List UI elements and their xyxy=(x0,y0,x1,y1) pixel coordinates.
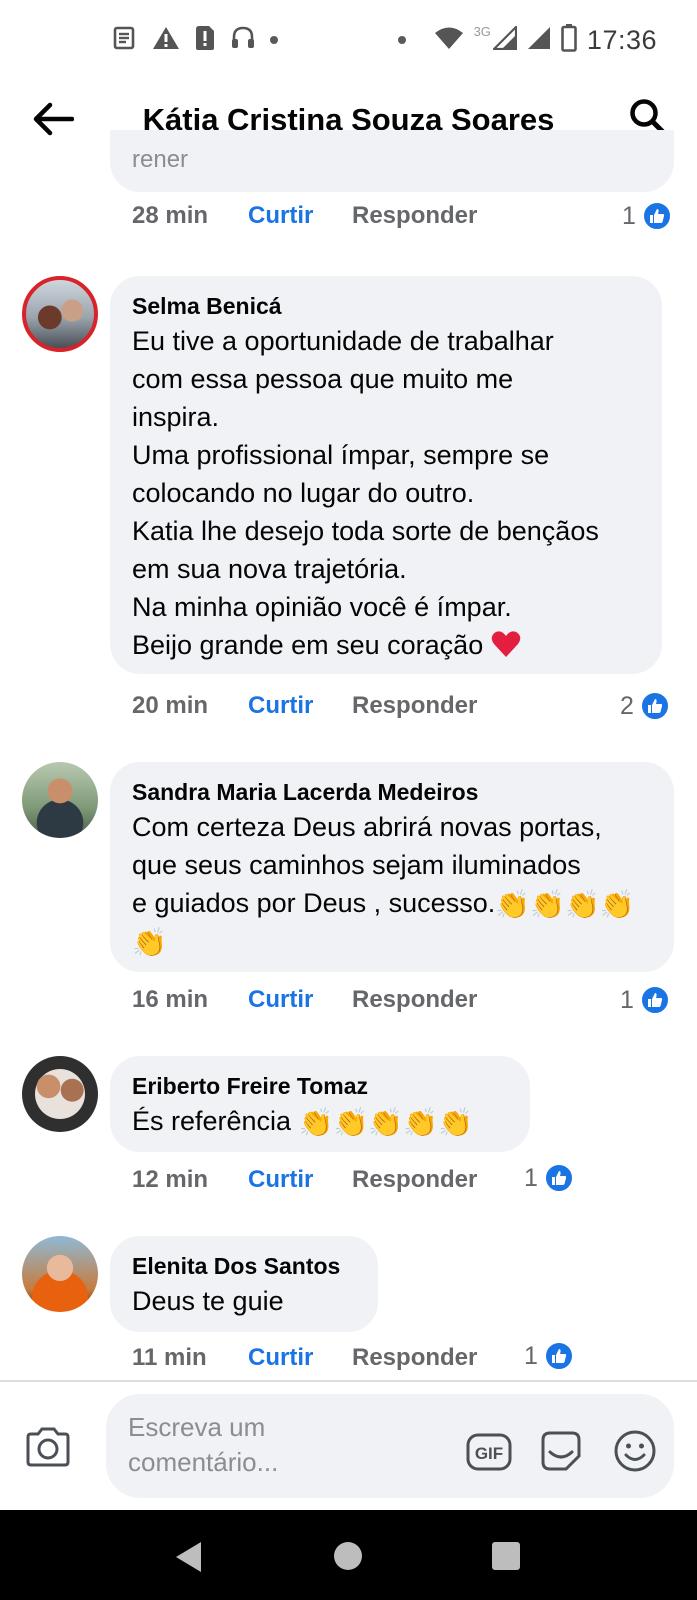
like-button[interactable]: Curtir xyxy=(248,986,352,1014)
reaction-count: 1 xyxy=(524,1163,538,1192)
reaction-summary[interactable]: 1 xyxy=(620,982,670,1018)
camera-button[interactable] xyxy=(24,1426,80,1476)
comment-actions: 28 min Curtir Responder xyxy=(132,198,477,234)
back-arrow-icon xyxy=(32,102,75,141)
gif-icon: GIF xyxy=(466,1433,512,1476)
comment-author[interactable]: Sandra Maria Lacerda Medeiros xyxy=(132,776,652,808)
signal-icon xyxy=(491,23,518,55)
thumbs-up-icon xyxy=(639,691,670,721)
sticker-button[interactable] xyxy=(538,1428,584,1474)
dot-icon xyxy=(397,36,406,44)
thumbs-up-icon xyxy=(543,1163,574,1193)
thumbs-up-icon xyxy=(543,1341,574,1371)
reply-button[interactable]: Responder xyxy=(352,1344,477,1372)
status-bar: 3G 17:36 xyxy=(0,0,697,80)
back-button[interactable] xyxy=(28,96,78,146)
like-button[interactable]: Curtir xyxy=(248,692,352,720)
news-icon xyxy=(112,25,138,56)
headset-icon xyxy=(230,25,256,56)
reply-button[interactable]: Responder xyxy=(352,202,477,230)
reply-button[interactable]: Responder xyxy=(352,1166,477,1194)
comment-time[interactable]: 12 min xyxy=(132,1166,248,1194)
comment-time[interactable]: 20 min xyxy=(132,692,248,720)
comment-text: És referência 👏👏👏👏👏 xyxy=(132,1106,473,1138)
reaction-summary[interactable]: 1 xyxy=(622,198,672,234)
comment-bubble[interactable]: Selma Benicá Eu tive a oportunidade de t… xyxy=(110,276,662,674)
clapping-hands-icon: 👏 xyxy=(368,1107,404,1138)
thumbs-up-icon xyxy=(641,201,672,231)
comment-bubble[interactable]: Sandra Maria Lacerda Medeiros Com certez… xyxy=(110,762,674,972)
comment-author[interactable]: Selma Benicá xyxy=(132,290,640,322)
warning-icon xyxy=(152,25,180,56)
reaction-count: 1 xyxy=(622,201,636,230)
comment-bubble[interactable]: Eriberto Freire Tomaz És referência 👏👏👏👏… xyxy=(110,1056,530,1152)
smiley-icon xyxy=(612,1430,658,1478)
comment-input[interactable]: Escreva um comentário... GIF xyxy=(106,1394,674,1498)
reaction-count: 1 xyxy=(524,1341,538,1370)
sticker-icon xyxy=(538,1431,584,1478)
clapping-hands-icon: 👏 xyxy=(495,889,531,920)
comment-text: Deus te guie xyxy=(132,1286,284,1316)
comment-bubble[interactable]: Elenita Dos Santos Deus te guie xyxy=(110,1236,378,1332)
comment-input-placeholder: Escreva um comentário... xyxy=(128,1412,279,1477)
thumbs-up-icon xyxy=(639,985,670,1015)
reply-button[interactable]: Responder xyxy=(352,986,477,1014)
comment-author[interactable]: Eriberto Freire Tomaz xyxy=(132,1070,508,1102)
like-button[interactable]: Curtir xyxy=(248,1166,352,1194)
network-type: 3G xyxy=(473,23,491,39)
camera-icon xyxy=(24,1427,72,1472)
alert-sim-icon xyxy=(194,25,216,56)
red-heart-icon xyxy=(491,630,521,668)
comment-text: Com certeza Deus abrirá novas portas, qu… xyxy=(132,812,635,958)
emoji-button[interactable] xyxy=(612,1428,658,1474)
reaction-summary[interactable]: 1 xyxy=(524,1338,574,1374)
avatar[interactable] xyxy=(22,276,98,352)
wifi-icon xyxy=(434,26,464,55)
comment-time[interactable]: 28 min xyxy=(132,202,248,230)
battery-icon xyxy=(561,23,577,57)
comment-actions: 16 min Curtir Responder xyxy=(132,982,477,1018)
comment-author[interactable]: Elenita Dos Santos xyxy=(132,1250,356,1282)
clapping-hands-icon: 👏 xyxy=(438,1107,473,1138)
clock: 17:36 xyxy=(586,24,657,55)
clapping-hands-icon: 👏 xyxy=(530,889,565,920)
nav-back-button[interactable] xyxy=(174,1540,204,1574)
reaction-count: 2 xyxy=(620,691,634,720)
reaction-count: 1 xyxy=(620,985,634,1014)
clapping-hands-icon: 👏 xyxy=(333,1107,369,1138)
avatar[interactable] xyxy=(22,1236,98,1312)
comment-actions: 11 min Curtir Responder xyxy=(132,1340,477,1376)
comment-actions: 12 min Curtir Responder xyxy=(132,1162,477,1198)
comment-time[interactable]: 11 min xyxy=(132,1344,248,1372)
system-navigation-bar xyxy=(0,1510,697,1600)
svg-text:GIF: GIF xyxy=(475,1444,503,1463)
comment-text: Eu tive a oportunidade de trabalhar com … xyxy=(132,322,640,668)
like-button[interactable]: Curtir xyxy=(248,1344,352,1372)
clapping-hands-icon: 👏 xyxy=(298,1107,334,1138)
comment-text-fragment: rener xyxy=(132,146,189,173)
like-button[interactable]: Curtir xyxy=(248,202,352,230)
avatar[interactable] xyxy=(22,1056,98,1132)
gif-button[interactable]: GIF xyxy=(466,1432,512,1472)
avatar[interactable] xyxy=(22,762,98,838)
nav-recents-button[interactable] xyxy=(492,1542,520,1570)
signal-icon xyxy=(527,26,551,55)
comment-bubble-partial[interactable]: rener xyxy=(110,130,674,192)
clapping-hands-icon: 👏 xyxy=(132,927,167,958)
nav-home-button[interactable] xyxy=(334,1542,362,1570)
clapping-hands-icon: 👏 xyxy=(403,1107,439,1138)
comment-composer: Escreva um comentário... GIF xyxy=(0,1382,697,1510)
comment-time[interactable]: 16 min xyxy=(132,986,248,1014)
clapping-hands-icon: 👏 xyxy=(564,889,600,920)
comment-actions: 20 min Curtir Responder xyxy=(132,688,477,724)
reaction-summary[interactable]: 1 xyxy=(524,1160,574,1196)
reaction-summary[interactable]: 2 xyxy=(620,688,670,724)
clapping-hands-icon: 👏 xyxy=(599,889,635,920)
dot-icon xyxy=(270,36,278,44)
reply-button[interactable]: Responder xyxy=(352,692,477,720)
